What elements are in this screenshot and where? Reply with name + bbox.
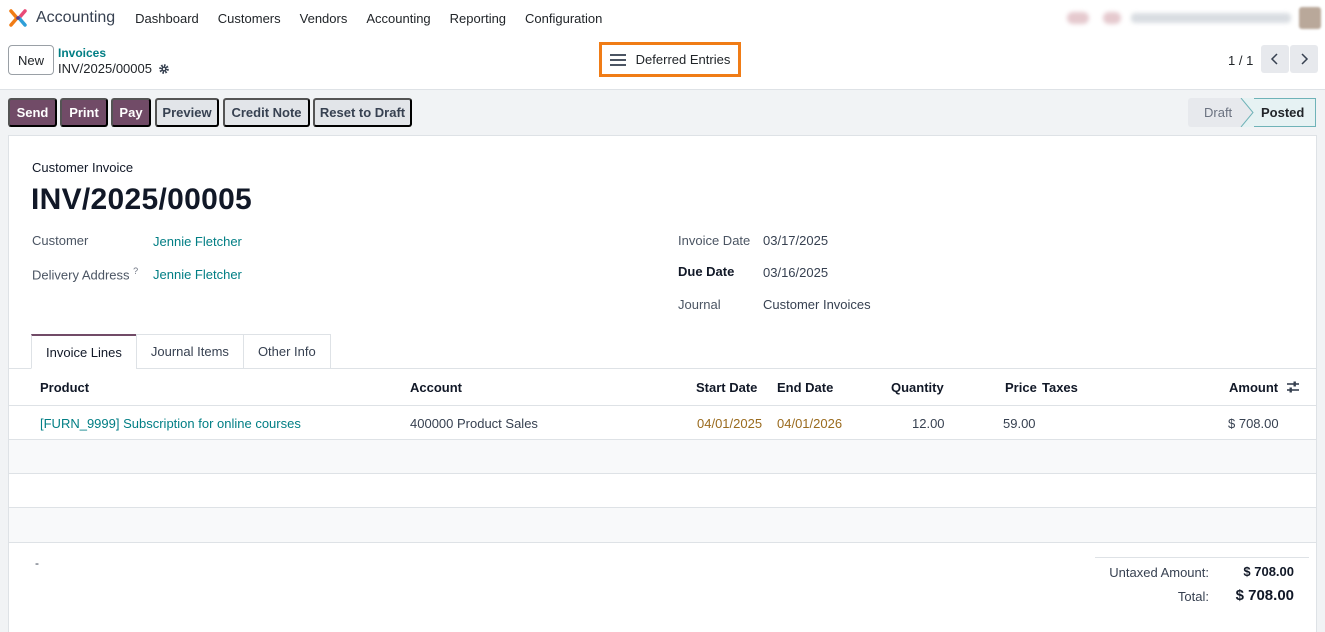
menu-configuration[interactable]: Configuration <box>525 11 602 26</box>
new-button[interactable]: New <box>8 45 54 75</box>
status-arrow-icon <box>1238 98 1254 127</box>
deferred-entries-label: Deferred Entries <box>635 52 731 67</box>
menu-reporting[interactable]: Reporting <box>450 11 506 26</box>
credit-note-button[interactable]: Credit Note <box>223 98 310 127</box>
journal-field[interactable]: Customer Invoices <box>763 297 871 312</box>
row-start-date[interactable]: 04/01/2025 <box>697 416 762 431</box>
tab-journal-items[interactable]: Journal Items <box>135 334 244 369</box>
empty-row <box>9 508 1316 542</box>
total-label: Total: <box>1177 589 1209 604</box>
delivery-address-label: Delivery Address ? <box>32 266 138 282</box>
pager-next-button[interactable] <box>1290 45 1318 73</box>
tab-other-info[interactable]: Other Info <box>242 334 331 369</box>
row-price[interactable]: 59.00 <box>1003 416 1036 431</box>
preview-button[interactable]: Preview <box>155 98 219 127</box>
top-navbar: Accounting Dashboard Customers Vendors A… <box>0 0 1325 36</box>
messaging-icon[interactable] <box>1103 12 1121 24</box>
chevron-left-icon <box>1270 53 1278 65</box>
column-amount[interactable]: Amount <box>1229 380 1278 395</box>
app-brand[interactable]: Accounting <box>9 9 125 27</box>
row-divider <box>9 542 1316 543</box>
chevron-right-icon <box>1301 53 1309 65</box>
status-draft-label: Draft <box>1204 105 1233 120</box>
column-end-date[interactable]: End Date <box>777 380 833 395</box>
pager-previous-button[interactable] <box>1261 45 1289 73</box>
table-header-divider <box>9 405 1316 406</box>
menu-customers[interactable]: Customers <box>218 11 281 26</box>
menu-accounting[interactable]: Accounting <box>366 11 430 26</box>
invoice-date-label: Invoice Date <box>678 233 751 248</box>
row-amount[interactable]: $ 708.00 <box>1228 416 1279 431</box>
total-value: $ 708.00 <box>1235 587 1294 604</box>
menu-vendors[interactable]: Vendors <box>300 11 348 26</box>
menu-dashboard[interactable]: Dashboard <box>135 11 199 26</box>
empty-row <box>9 440 1316 474</box>
delivery-address-label-text: Delivery Address <box>32 267 130 283</box>
breadcrumb-current: INV/2025/00005 <box>58 61 170 76</box>
odoo-app-icon <box>9 9 27 27</box>
company-switcher[interactable] <box>1131 13 1291 23</box>
invoice-date-field[interactable]: 03/17/2025 <box>763 233 828 248</box>
customer-field[interactable]: Jennie Fletcher <box>153 234 242 249</box>
deferred-entries-button[interactable]: Deferred Entries <box>599 42 741 77</box>
menu-icon <box>609 53 626 66</box>
column-product[interactable]: Product <box>40 380 89 395</box>
form-sheet: Customer Invoice INV/2025/00005 Customer… <box>8 135 1317 632</box>
column-start-date[interactable]: Start Date <box>696 380 757 395</box>
send-button[interactable]: Send <box>8 98 57 127</box>
gear-icon[interactable] <box>158 63 170 75</box>
totals-divider <box>1095 557 1309 558</box>
column-account[interactable]: Account <box>410 380 462 395</box>
user-avatar[interactable] <box>1299 7 1321 29</box>
due-date-field[interactable]: 03/16/2025 <box>763 265 828 280</box>
due-date-label: Due Date <box>678 264 735 279</box>
control-panel: New Invoices INV/2025/00005 Deferred Ent… <box>0 36 1325 90</box>
empty-row <box>9 474 1316 508</box>
customer-label: Customer <box>32 233 89 248</box>
narration-placeholder[interactable]: - <box>35 556 39 570</box>
invoice-number: INV/2025/00005 <box>31 183 253 216</box>
row-product[interactable]: [FURN_9999] Subscription for online cour… <box>40 416 301 431</box>
journal-label: Journal <box>678 297 721 312</box>
tab-invoice-lines[interactable]: Invoice Lines <box>31 334 137 369</box>
reset-to-draft-button[interactable]: Reset to Draft <box>313 98 412 127</box>
column-taxes[interactable]: Taxes <box>1042 380 1078 395</box>
app-name: Accounting <box>36 9 116 26</box>
untaxed-amount-value: $ 708.00 <box>1243 564 1294 579</box>
action-bar: Send Print Pay Preview Credit Note Reset… <box>0 90 1325 135</box>
untaxed-amount-label: Untaxed Amount: <box>1109 565 1209 580</box>
delivery-address-field[interactable]: Jennie Fletcher <box>153 267 242 282</box>
print-button[interactable]: Print <box>60 98 108 127</box>
row-quantity[interactable]: 12.00 <box>912 416 945 431</box>
status-posted-label: Posted <box>1261 105 1305 120</box>
activity-icon[interactable] <box>1067 12 1089 24</box>
pay-button[interactable]: Pay <box>111 98 151 127</box>
column-quantity[interactable]: Quantity <box>891 380 944 395</box>
column-price[interactable]: Price <box>1005 380 1037 395</box>
optional-columns-icon[interactable] <box>1286 380 1300 394</box>
notebook-tabs: Invoice Lines Journal Items Other Info <box>31 334 331 369</box>
row-account[interactable]: 400000 Product Sales <box>410 416 538 431</box>
document-type: Customer Invoice <box>32 160 134 175</box>
breadcrumb-current-label: INV/2025/00005 <box>58 61 152 76</box>
help-tooltip-icon[interactable]: ? <box>133 266 138 276</box>
systray <box>1067 0 1325 36</box>
pager-value[interactable]: 1 / 1 <box>1228 53 1253 68</box>
row-end-date[interactable]: 04/01/2026 <box>777 416 842 431</box>
breadcrumb-invoices[interactable]: Invoices <box>58 46 106 60</box>
